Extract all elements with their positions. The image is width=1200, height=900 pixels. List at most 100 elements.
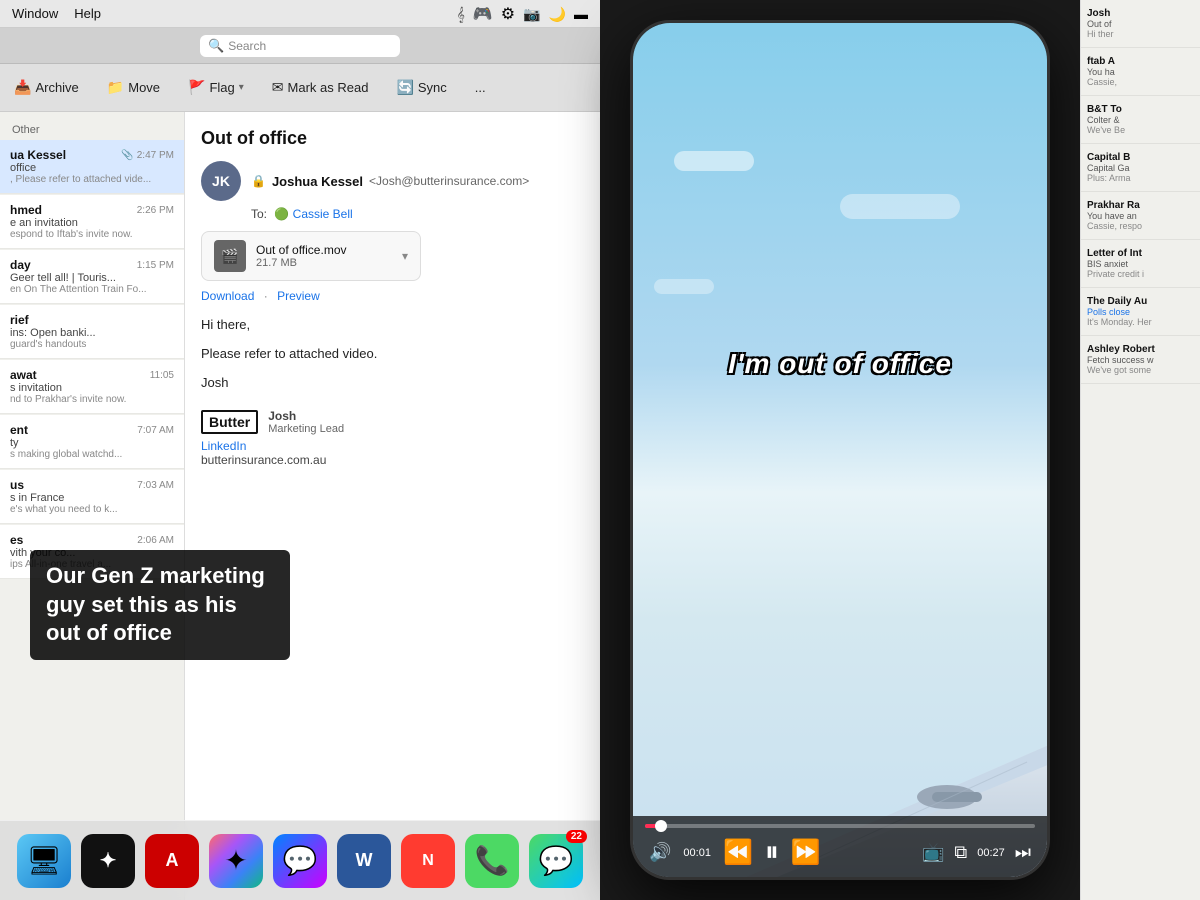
dock-figma[interactable]: ✦ [209,834,263,888]
play-pause-icon[interactable]: ⏸ [765,836,779,869]
strip-preview: Cassie, [1087,77,1194,87]
preview-link[interactable]: Preview [277,289,320,303]
email-sender: us [10,478,24,492]
list-item[interactable]: ua Kessel 📎 2:47 PM office , Please refe… [0,140,184,194]
list-item[interactable]: us 7:03 AM s in France e's what you need… [0,470,184,524]
archive-button[interactable]: 📥 Archive [8,75,85,100]
list-item[interactable]: awat 11:05 s invitation nd to Prakhar's … [0,360,184,414]
sync-label: Sync [418,80,447,95]
strip-sender: Letter of Int [1087,248,1194,259]
dock-word[interactable]: W [337,834,391,888]
signature-name: Josh [268,409,344,423]
to-label: To: [251,207,267,221]
strip-sender: The Daily Au [1087,296,1194,307]
dock-messenger[interactable]: 💬 [273,834,327,888]
dock-news[interactable]: N [401,834,455,888]
mark-as-read-label: Mark as Read [288,80,369,95]
signature-linkedin[interactable]: LinkedIn [201,439,584,453]
email-sender: rief [10,313,29,327]
email-sender: es [10,533,23,547]
fast-forward-icon[interactable]: ⏩ [791,838,821,867]
system-icons: 𝄞 🎮 ⚙ 📷 🌙 ▬ [457,4,588,24]
move-icon: 📁 [107,79,124,96]
email-sender: day [10,258,31,272]
signature-website: butterinsurance.com.au [201,453,584,467]
email-subject: s in France [10,492,174,504]
strip-subject: Out of [1087,19,1194,29]
search-input-area[interactable]: 🔍 Search [200,35,400,57]
list-item[interactable]: hmed 2:26 PM e an invitation espond to I… [0,195,184,249]
strip-sender: Josh [1087,8,1194,19]
email-preview: espond to Iftab's invite now. [10,229,174,240]
strip-preview: It's Monday. Her [1087,317,1194,327]
list-item[interactable]: B&T To Colter & We've Be [1081,96,1200,144]
video-caption-text: I'm out of office [728,348,952,380]
strip-preview: We've got some [1087,365,1194,375]
main-content: Other ua Kessel 📎 2:47 PM office , Pleas… [0,112,600,900]
list-item[interactable]: Josh Out of Hi ther [1081,0,1200,48]
email-sidebar: Other ua Kessel 📎 2:47 PM office , Pleas… [0,112,185,900]
menu-help[interactable]: Help [74,6,101,21]
menu-window[interactable]: Window [12,6,58,21]
email-subject: e an invitation [10,217,174,229]
list-item[interactable]: ent 7:07 AM ty s making global watchd... [0,415,184,469]
progress-bar[interactable] [645,824,1035,828]
email-time: 2:06 AM [137,535,174,546]
email-subject: office [10,162,174,174]
download-link[interactable]: Download [201,289,254,303]
list-item[interactable]: day 1:15 PM Geer tell all! | Touris... e… [0,250,184,304]
archive-label: Archive [35,80,78,95]
sender-lock-icon: 🔒 [251,174,266,188]
strip-subject: Polls close [1087,307,1194,317]
email-preview: guard's handouts [10,339,174,350]
email-from-row: JK 🔒 Joshua Kessel <Josh@butterinsurance… [201,161,584,201]
email-time: 7:03 AM [137,480,174,491]
list-item[interactable]: Ashley Robert Fetch success w We've got … [1081,336,1200,384]
controls-right: 📺 ⧉ 00:27 ⏭ [922,842,1031,863]
list-item[interactable]: Capital B Capital Ga Plus: Arma [1081,144,1200,192]
search-icon: 🔍 [208,38,224,54]
body-line1: Please refer to attached video. [201,344,584,365]
rewind-icon[interactable]: ⏪ [723,838,753,867]
dock-chatgpt[interactable]: ✦ [81,834,135,888]
move-button[interactable]: 📁 Move [101,75,166,100]
volume-icon[interactable]: 🔊 [649,842,671,863]
sync-icon: 🔄 [396,79,413,96]
fullscreen-icon[interactable]: ⏭ [1015,842,1031,863]
list-item[interactable]: Letter of Int BIS anxiet Private credit … [1081,240,1200,288]
strip-sender: ftab A [1087,56,1194,67]
pip-icon[interactable]: ⧉ [954,842,967,863]
left-panel: Window Help 𝄞 🎮 ⚙ 📷 🌙 ▬ 🔍 Search 📥 Archi… [0,0,600,900]
more-button[interactable]: ... [469,76,492,99]
attachment-chevron-icon: ▾ [402,249,408,263]
sync-button[interactable]: 🔄 Sync [390,75,452,100]
dock-acrobat[interactable]: A [145,834,199,888]
email-subject: s invitation [10,382,174,394]
controls-row: 🔊 00:01 ⏪ ⏸ ⏩ 📺 ⧉ 00:27 ⏭ [645,836,1035,869]
attachment-box[interactable]: 🎬 Out of office.mov 21.7 MB ▾ [201,231,421,281]
search-placeholder: Search [228,39,266,53]
strip-sender: Capital B [1087,152,1194,163]
list-item[interactable]: rief ins: Open banki... guard's handouts [0,305,184,359]
list-item[interactable]: The Daily Au Polls close It's Monday. He… [1081,288,1200,336]
email-sender: hmed [10,203,42,217]
dock-messages[interactable]: 💬 [529,834,583,888]
sender-name: Joshua Kessel [272,174,363,189]
email-preview: en On The Attention Train Fo... [10,284,174,295]
airplay-icon[interactable]: 📺 [922,842,944,863]
signature-company: Butter [201,410,258,434]
attachment-name: Out of office.mov [256,243,392,257]
list-item[interactable]: ftab A You ha Cassie, [1081,48,1200,96]
flag-label: Flag [209,80,234,95]
strip-subject: You have an [1087,211,1194,221]
dock-phone[interactable]: 📞 [465,834,519,888]
attachment-file-icon: 🎬 [214,240,246,272]
mark-as-read-button[interactable]: ✉ Mark as Read [266,75,375,100]
right-email-strip: Josh Out of Hi ther ftab A You ha Cassie… [1080,0,1200,900]
total-time: 00:27 [977,847,1005,859]
mark-read-icon: ✉ [272,79,284,96]
body-greeting: Hi there, [201,315,584,336]
dock-finder[interactable]: 🖥 [17,834,71,888]
flag-button[interactable]: 🚩 Flag ▾ [182,75,250,100]
list-item[interactable]: Prakhar Ra You have an Cassie, respo [1081,192,1200,240]
